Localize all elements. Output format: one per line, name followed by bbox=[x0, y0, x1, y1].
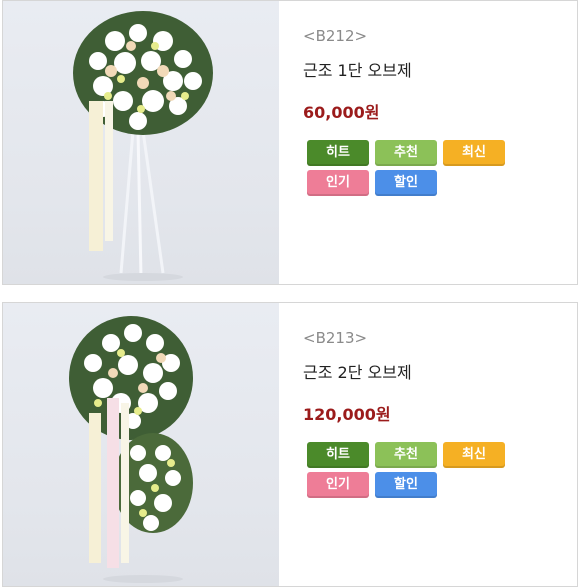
flower-wreath-1tier-illustration bbox=[73, 11, 213, 281]
new-badge[interactable]: 최신 bbox=[443, 140, 505, 166]
new-badge[interactable]: 최신 bbox=[443, 442, 505, 468]
product-price: 60,000원 bbox=[303, 103, 380, 122]
product-card[interactable]: <B213> 근조 2단 오브제 120,000원 히트 추천 최신 인기 할인 bbox=[2, 302, 578, 587]
product-price: 120,000원 bbox=[303, 405, 391, 424]
product-image[interactable] bbox=[3, 303, 279, 586]
recommend-badge[interactable]: 추천 bbox=[375, 140, 437, 166]
product-card[interactable]: <B212> 근조 1단 오브제 60,000원 히트 추천 최신 인기 할인 bbox=[2, 0, 578, 285]
product-code: <B213> bbox=[303, 329, 368, 347]
product-code: <B212> bbox=[303, 27, 368, 45]
product-info: <B213> 근조 2단 오브제 120,000원 히트 추천 최신 인기 할인 bbox=[303, 303, 577, 586]
product-name[interactable]: 근조 1단 오브제 bbox=[303, 57, 412, 81]
product-info: <B212> 근조 1단 오브제 60,000원 히트 추천 최신 인기 할인 bbox=[303, 1, 577, 284]
popular-badge[interactable]: 인기 bbox=[307, 170, 369, 196]
product-image[interactable] bbox=[3, 1, 279, 284]
sale-badge[interactable]: 할인 bbox=[375, 170, 437, 196]
flower-wreath-2tier-illustration bbox=[69, 316, 193, 583]
popular-badge[interactable]: 인기 bbox=[307, 472, 369, 498]
sale-badge[interactable]: 할인 bbox=[375, 472, 437, 498]
recommend-badge[interactable]: 추천 bbox=[375, 442, 437, 468]
product-name[interactable]: 근조 2단 오브제 bbox=[303, 359, 412, 383]
hit-badge[interactable]: 히트 bbox=[307, 140, 369, 166]
hit-badge[interactable]: 히트 bbox=[307, 442, 369, 468]
